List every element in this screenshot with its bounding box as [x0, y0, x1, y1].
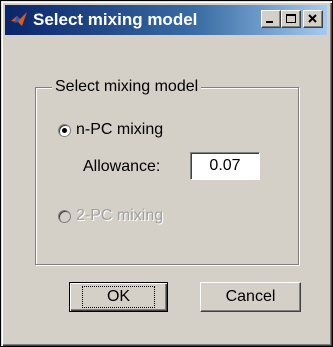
title-bar[interactable]: Select mixing model: [5, 5, 327, 35]
cancel-button[interactable]: Cancel: [200, 282, 301, 312]
radio-npc-label: n-PC mixing: [76, 121, 164, 138]
maximize-icon: [286, 14, 296, 23]
close-button[interactable]: [303, 10, 323, 28]
maximize-button[interactable]: [281, 10, 301, 28]
window-controls: [261, 10, 323, 28]
minimize-button[interactable]: [261, 10, 281, 28]
minimize-icon: [266, 21, 273, 23]
group-legend: Select mixing model: [52, 76, 202, 98]
allowance-field[interactable]: [190, 152, 260, 180]
radio-2pc-indicator: [58, 209, 71, 223]
dialog-window: Select mixing model Select mixing model: [0, 0, 333, 347]
matlab-icon: [9, 10, 29, 30]
window-title: Select mixing model: [33, 10, 198, 29]
close-icon: [308, 14, 317, 23]
radio-npc-mixing[interactable]: n-PC mixing: [58, 121, 163, 139]
radio-2pc-mixing: 2-PC mixing: [58, 207, 163, 225]
allowance-label: Allowance:: [83, 158, 161, 175]
radio-npc-indicator[interactable]: [58, 123, 71, 137]
radio-2pc-label: 2-PC mixing: [76, 207, 164, 224]
ok-button[interactable]: OK: [69, 282, 168, 312]
ok-button-label: OK: [81, 286, 156, 308]
